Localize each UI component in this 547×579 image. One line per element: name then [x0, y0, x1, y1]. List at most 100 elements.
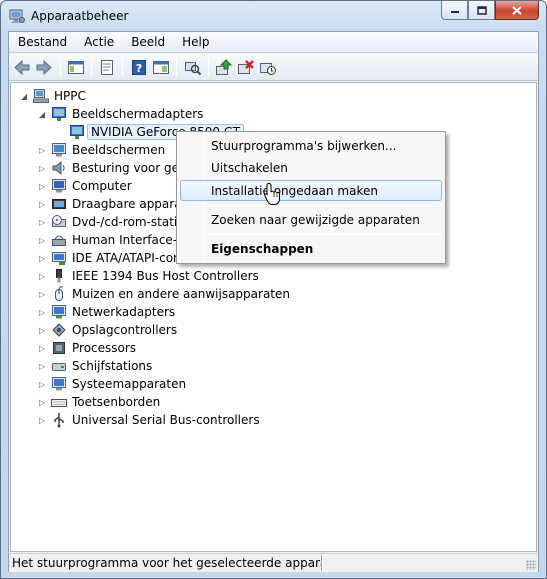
expand-icon[interactable]: ▷ — [39, 326, 48, 335]
tree-item-netwerkadapters[interactable]: ▷ Netwerkadapters — [37, 304, 237, 322]
help-icon[interactable]: ? — [130, 59, 148, 76]
tree-item-human-interface[interactable]: ▷ Human Interface-ap — [37, 232, 192, 250]
speaker-icon — [52, 160, 65, 176]
tree-item-schijfstations[interactable]: ▷ Schijfstations — [37, 358, 237, 376]
computer-icon — [52, 179, 66, 193]
expand-icon[interactable]: ▷ — [39, 290, 48, 299]
tree-item-label: IDE ATA/ATAPI-cor — [72, 251, 178, 265]
tree-item-ieee-1394[interactable]: ▷ IEEE 1394 Bus Host Controllers — [37, 268, 297, 286]
expand-icon[interactable]: ▷ — [39, 380, 48, 389]
tree-item-muizen[interactable]: ▷ Muizen en andere aanwijsapparaten — [37, 286, 297, 304]
show-action-pane-icon[interactable] — [152, 59, 170, 76]
tree-item-label: Human Interface-ap — [72, 233, 193, 247]
ctx-scan-hardware[interactable]: Zoeken naar gewijzigde apparaten — [180, 209, 442, 230]
tree-item-label: Muizen en andere aanwijsapparaten — [72, 287, 290, 301]
ctx-update-driver[interactable]: Stuurprogramma's bijwerken... — [180, 135, 442, 156]
status-divider — [321, 555, 323, 571]
maximize-icon — [476, 5, 487, 15]
status-bar: Het stuurprogramma voor het geselecteerd… — [9, 553, 538, 572]
disable-icon[interactable] — [259, 59, 277, 76]
device-manager-window: Apparaatbeheer Bestand Actie Beeld Help — [0, 0, 547, 579]
close-button[interactable] — [495, 1, 539, 20]
expand-icon[interactable]: ▷ — [39, 416, 48, 425]
tree-item-label: Toetsenborden — [72, 395, 161, 409]
expand-icon[interactable]: ▷ — [39, 182, 48, 191]
show-hide-console-tree-icon[interactable] — [67, 59, 85, 76]
expand-icon[interactable]: ▷ — [39, 164, 48, 173]
tree-item-processors[interactable]: ▷ Processors — [37, 340, 237, 358]
expand-icon[interactable]: ▷ — [39, 146, 48, 155]
menu-actie[interactable]: Actie — [75, 32, 122, 53]
client-area: Bestand Actie Beeld Help ? ◢ HPPC ◢ Beel… — [8, 31, 539, 572]
tree-root[interactable]: ◢ HPPC — [19, 88, 219, 106]
expand-icon[interactable]: ▷ — [39, 308, 48, 317]
menu-help[interactable]: Help — [173, 32, 217, 53]
display-adapter-icon — [70, 125, 84, 139]
tree-item-label: Schijfstations — [72, 359, 153, 373]
ctx-disable[interactable]: Uitschakelen — [180, 157, 442, 178]
expand-icon[interactable]: ▷ — [39, 272, 48, 281]
status-text: Het stuurprogramma voor het geselecteerd… — [12, 556, 322, 570]
hand-cursor-icon — [264, 182, 280, 205]
forward-arrow-icon[interactable] — [35, 59, 53, 76]
expand-icon[interactable]: ▷ — [39, 344, 48, 353]
resize-grip[interactable] — [526, 560, 536, 570]
usb-controller-icon — [54, 413, 64, 428]
context-menu-separator — [207, 205, 443, 206]
collapse-icon[interactable]: ◢ — [39, 110, 48, 119]
ctx-properties[interactable]: Eigenschappen — [180, 238, 442, 259]
expand-icon[interactable]: ▷ — [39, 254, 48, 263]
tree-item-draagbare-apparaten[interactable]: ▷ Draagbare apparate — [37, 196, 194, 214]
expand-icon[interactable]: ▷ — [39, 218, 48, 227]
tree-item-beeldschermadapters[interactable]: ◢ Beeldschermadapters — [37, 106, 217, 124]
menu-beeld[interactable]: Beeld — [122, 32, 173, 53]
system-device-icon — [52, 377, 66, 391]
tree-item-label: Processors — [72, 341, 137, 355]
title-bar[interactable]: Apparaatbeheer — [1, 1, 546, 31]
expand-icon[interactable]: ▷ — [39, 362, 48, 371]
computer-icon — [33, 89, 49, 103]
tree-item-toetsenborden[interactable]: ▷ Toetsenborden — [37, 394, 237, 412]
minimize-icon — [450, 11, 459, 13]
firewire-icon — [56, 269, 62, 283]
ide-controller-icon — [52, 252, 66, 265]
close-icon — [512, 5, 522, 15]
tree-item-systeemapparaten[interactable]: ▷ Systeemapparaten — [37, 376, 237, 394]
properties-icon[interactable] — [98, 59, 116, 76]
hid-icon — [52, 235, 66, 246]
collapse-icon[interactable]: ◢ — [21, 92, 30, 101]
context-menu: Stuurprogramma's bijwerken... Uitschakel… — [176, 131, 446, 264]
tree-item-label: Systeemapparaten — [72, 377, 187, 391]
tree-item-label: Opslagcontrollers — [72, 323, 178, 337]
update-driver-icon[interactable] — [215, 59, 233, 76]
expand-icon[interactable]: ▷ — [39, 200, 48, 209]
tree-item-label: Computer — [72, 179, 132, 193]
expand-icon[interactable]: ▷ — [39, 398, 48, 407]
tree-item-label: Netwerkadapters — [72, 305, 176, 319]
back-arrow-icon[interactable] — [13, 59, 31, 76]
tree-item-label: Universal Serial Bus-controllers — [72, 413, 260, 427]
tree-item-opslagcontrollers[interactable]: ▷ Opslagcontrollers — [37, 322, 237, 340]
menu-bestand[interactable]: Bestand — [9, 32, 75, 53]
tree-item-dvd-cd-rom[interactable]: ▷ Dvd-/cd-rom-static — [37, 214, 187, 232]
mouse-icon — [55, 286, 64, 301]
tree-root-label: HPPC — [54, 89, 86, 103]
maximize-button[interactable] — [468, 1, 495, 20]
menu-bar: Bestand Actie Beeld Help — [9, 32, 538, 53]
ctx-uninstall[interactable]: Installatie ongedaan maken — [180, 180, 442, 201]
scan-hardware-icon[interactable] — [184, 59, 202, 76]
expand-icon[interactable]: ▷ — [39, 236, 48, 245]
uninstall-icon[interactable] — [237, 59, 255, 76]
tree-item-ide-ata[interactable]: ▷ IDE ATA/ATAPI-cor — [37, 250, 187, 268]
tree-item-beeldschermen[interactable]: ▷ Beeldschermen — [37, 142, 187, 160]
tree-item-usb[interactable]: ▷ Universal Serial Bus-controllers — [37, 412, 277, 430]
tree-item-label: Beeldschermen — [72, 143, 166, 157]
disk-drive-icon — [52, 363, 66, 371]
minimize-button[interactable] — [441, 1, 468, 20]
tree-item-label: IEEE 1394 Bus Host Controllers — [72, 269, 259, 283]
keyboard-icon — [51, 399, 67, 407]
tree-item-computer[interactable]: ▷ Computer — [37, 178, 187, 196]
svg-text:?: ? — [136, 62, 142, 75]
tree-item-besturing-geluid[interactable]: ▷ Besturing voor gelu — [37, 160, 190, 178]
portable-device-icon — [52, 199, 66, 209]
